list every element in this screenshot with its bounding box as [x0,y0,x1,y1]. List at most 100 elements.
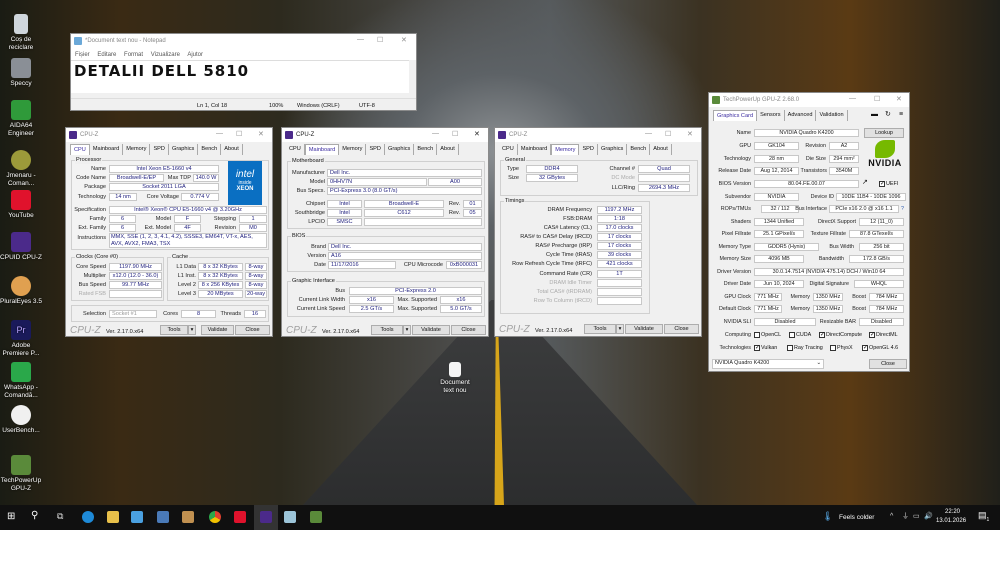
search-icon[interactable]: ⚲ [31,511,38,521]
tab-spd[interactable]: SPD [366,144,385,155]
maximize-button[interactable]: ☐ [452,130,458,138]
desktop-icon-aida64[interactable]: AIDA64 Engineer [0,100,42,137]
tab-mainboard[interactable]: Mainboard [518,144,552,155]
tab-graphics[interactable]: Graphics [598,144,628,155]
desktop-icon-speccy[interactable]: Speccy [0,58,42,88]
tools-dropdown-arrow[interactable]: ▾ [403,325,411,335]
menu-file[interactable]: Fișier [75,52,90,58]
cpuz-taskbar-active[interactable] [254,505,278,530]
desktop-icon-gpuz[interactable]: TechPowerUp GPU-Z [0,455,42,492]
maximize-button[interactable]: ☐ [874,95,880,103]
text-area[interactable]: DETALII DELL 5810 [71,60,411,93]
tab-memory[interactable]: Memory [551,144,580,155]
close-button[interactable]: ✕ [258,130,264,138]
minimize-button[interactable]: — [849,95,856,102]
task-view-icon[interactable]: ⧉ [57,512,63,521]
opengl-checkbox[interactable]: ✓OpenGL 4.6 [862,344,898,352]
minimize-button[interactable]: — [216,130,223,137]
tab-advanced[interactable]: Advanced [785,110,817,121]
edge-icon[interactable] [82,511,94,523]
menu-icon[interactable]: ≡ [899,111,903,119]
close-button[interactable]: Close [235,325,270,335]
tab-validation[interactable]: Validation [816,110,848,121]
clock-date[interactable]: 13.01.2026 [936,517,966,525]
desktop-icon-premiere[interactable]: Pr Adobe Premiere P... [0,320,42,357]
maximize-button[interactable]: ☐ [665,130,671,138]
close-button[interactable]: Close [451,325,486,335]
opencl-checkbox[interactable]: OpenCL [754,331,781,339]
tab-cpu[interactable]: CPU [70,144,90,155]
tab-about[interactable]: About [437,144,459,155]
tools-button[interactable]: Tools [584,324,616,334]
tool-app-icon[interactable] [182,511,194,523]
tools-dropdown-arrow[interactable]: ▾ [188,325,196,335]
maximize-button[interactable]: ☐ [377,36,383,44]
tab-about[interactable]: About [650,144,672,155]
youtube-icon[interactable] [234,511,246,523]
tab-mainboard[interactable]: Mainboard [90,144,124,155]
minimize-button[interactable]: — [432,130,439,137]
vulkan-checkbox[interactable]: ✓Vulkan [754,344,777,352]
desktop-icon-jmenaru[interactable]: Jmenaru - Coman... [0,150,42,187]
notification-icon[interactable]: ▤1 [978,511,989,524]
directml-checkbox[interactable]: ✓DirectML [869,331,898,339]
gpuz-icon[interactable] [310,511,322,523]
close-button[interactable]: ✕ [401,36,407,44]
show-hidden-icons[interactable]: ^ [890,513,893,521]
tab-graphics[interactable]: Graphics [169,144,199,155]
tools-dropdown-arrow[interactable]: ▾ [616,324,624,334]
socket-select[interactable]: Socket #1 [109,310,157,318]
validate-button[interactable]: Validate [625,324,663,334]
minimize-button[interactable]: — [645,130,652,137]
tab-cpu[interactable]: CPU [499,144,518,155]
physx-checkbox[interactable]: PhysX [830,344,853,352]
bus-help-button[interactable]: ? [901,205,904,213]
notepad-icon[interactable] [284,511,296,523]
gpu-select[interactable]: NVIDIA Quadro K4200 ⌄ [712,359,824,369]
file-explorer-icon[interactable] [107,511,119,523]
tab-cpu[interactable]: CPU [286,144,305,155]
tab-mainboard[interactable]: Mainboard [304,144,340,155]
tab-memory[interactable]: Memory [123,144,151,155]
chrome-icon[interactable] [209,511,221,523]
screenshot-icon[interactable]: ▬ [871,111,878,119]
mail-icon[interactable] [131,511,143,523]
tab-bench[interactable]: Bench [198,144,222,155]
tab-spd[interactable]: SPD [150,144,169,155]
tab-graphics[interactable]: Graphics [385,144,415,155]
tab-spd[interactable]: SPD [579,144,598,155]
tab-bench[interactable]: Bench [627,144,651,155]
clock-time[interactable]: 22:20 [945,508,960,516]
menu-view[interactable]: Vizualizare [151,52,180,58]
tab-about[interactable]: About [221,144,243,155]
directcompute-checkbox[interactable]: ✓DirectCompute [819,331,862,339]
tools-button[interactable]: Tools [160,325,188,335]
usb-icon[interactable]: ⏚ [902,513,909,521]
tools-button[interactable]: Tools [371,325,403,335]
cuda-checkbox[interactable]: CUDA [789,331,811,339]
maximize-button[interactable]: ☐ [236,130,242,138]
desktop-icon-youtube[interactable]: YouTube [0,190,42,220]
menu-format[interactable]: Format [124,52,143,58]
desktop-icon-cpuz[interactable]: CPUID CPU-Z [0,232,42,262]
windows-start-icon[interactable]: ⊞ [7,512,15,522]
desktop-icon-recycle-bin[interactable]: Coș de reciclare [0,14,42,51]
refresh-icon[interactable]: ↻ [885,111,891,119]
close-button[interactable]: ✕ [896,95,902,103]
vertical-scrollbar[interactable] [409,60,416,93]
close-button[interactable]: ✕ [687,130,693,138]
menu-edit[interactable]: Editare [97,52,116,58]
lookup-button[interactable]: Lookup [864,128,904,138]
calculator-icon[interactable] [157,511,169,523]
tab-bench[interactable]: Bench [414,144,438,155]
close-button[interactable]: Close [869,359,907,369]
network-icon[interactable]: ▭ [913,513,920,521]
weather-text[interactable]: Feels colder [839,514,874,522]
tab-graphics-card[interactable]: Graphics Card [713,110,758,121]
close-button[interactable]: ✕ [474,130,480,138]
desktop-icon-userbench[interactable]: UserBench... [0,405,42,435]
validate-button[interactable]: Validate [201,325,234,335]
share-icon[interactable]: ↗ [862,179,868,187]
desktop-file-document[interactable]: Document text nou [436,362,474,394]
volume-icon[interactable]: 🔊 [924,513,933,521]
